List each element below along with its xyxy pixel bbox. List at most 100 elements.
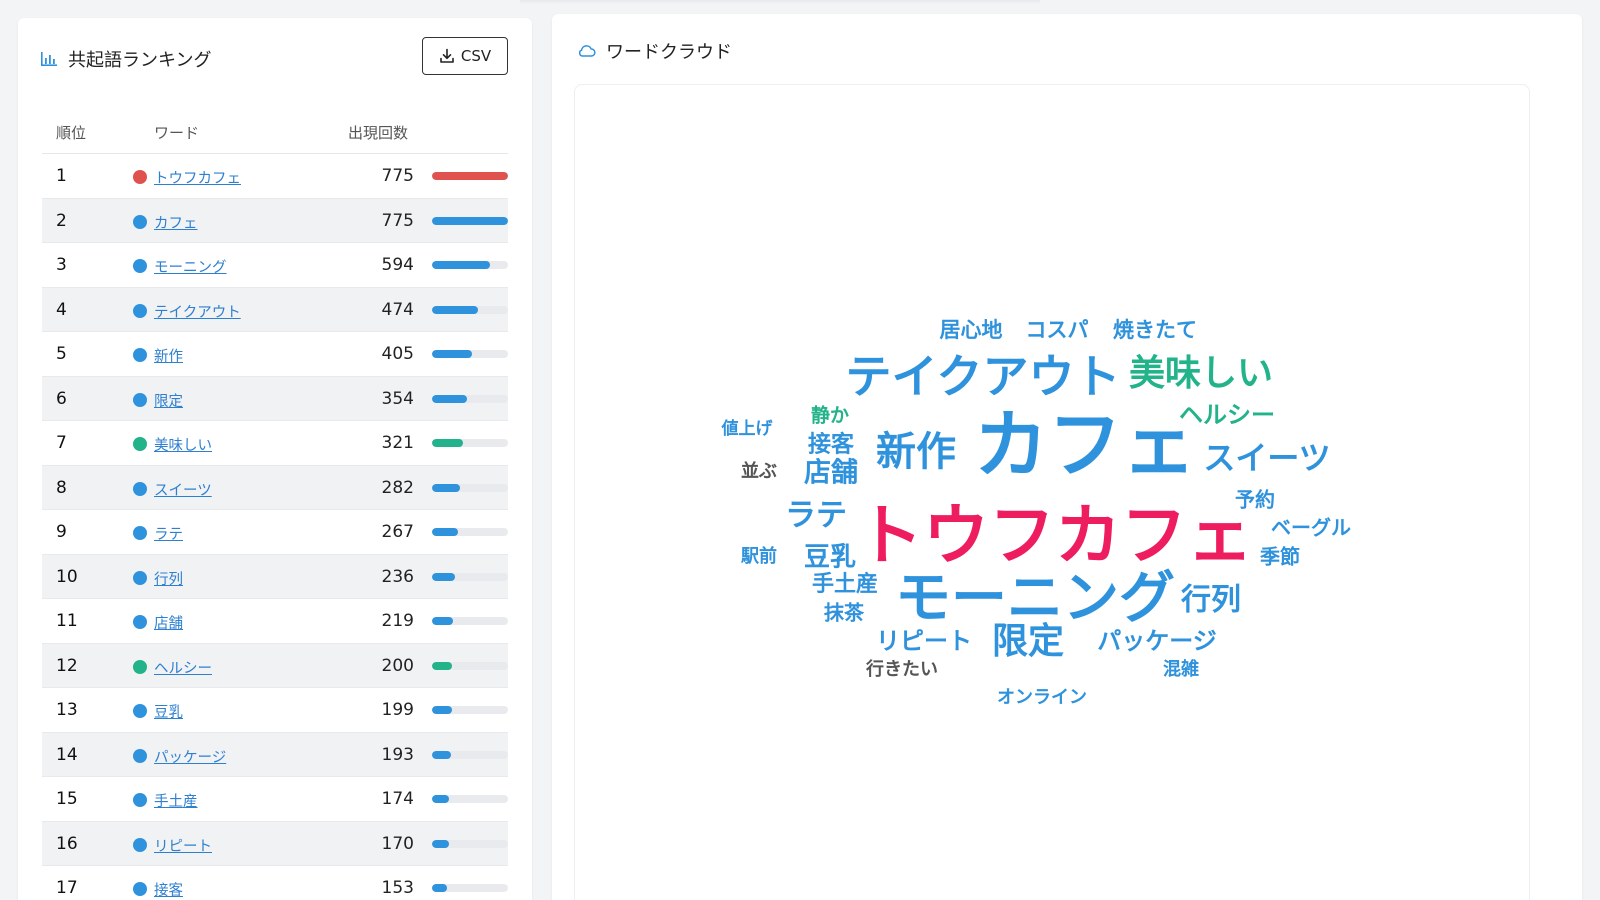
row-color-dot	[133, 170, 147, 184]
row-bar-fill	[432, 884, 447, 892]
row-rank: 4	[56, 299, 67, 320]
row-bar-track	[432, 795, 508, 803]
row-word-link[interactable]: 接客	[154, 879, 183, 900]
row-rank: 14	[56, 744, 78, 765]
row-count: 474	[381, 299, 414, 320]
top-shadow	[520, 0, 1040, 4]
row-word-link[interactable]: 行列	[154, 568, 183, 589]
ranking-row: 15 手土産 174	[42, 777, 508, 822]
ranking-row: 4 テイクアウト 474	[42, 287, 508, 332]
ranking-row: 9 ラテ 267	[42, 510, 508, 555]
row-rank: 17	[56, 878, 78, 898]
row-word-link[interactable]: 手土産	[154, 790, 198, 811]
row-rank: 9	[56, 522, 67, 542]
cloud-word: カフェ	[974, 403, 1196, 489]
row-word-link[interactable]: カフェ	[154, 212, 198, 233]
row-word-link[interactable]: ヘルシー	[154, 657, 212, 678]
ranking-row: 14 パッケージ 193	[42, 732, 508, 777]
ranking-row: 1 トウフカフェ 775	[42, 154, 508, 199]
row-color-dot	[133, 748, 147, 763]
row-word-link[interactable]: 限定	[154, 390, 183, 411]
row-bar-fill	[432, 483, 460, 492]
cloud-word: 並ぶ	[741, 460, 777, 482]
row-count: 199	[381, 700, 414, 720]
row-count: 775	[381, 210, 414, 231]
row-rank: 16	[56, 833, 78, 854]
cloud-word: 混雑	[1163, 658, 1199, 680]
header-word: ワード	[154, 124, 200, 142]
cloud-word: 店舗	[804, 458, 858, 489]
wordcloud-header: ワードクラウド	[578, 38, 732, 64]
row-word-link[interactable]: モーニング	[154, 256, 227, 277]
row-word-link[interactable]: パッケージ	[154, 746, 226, 767]
row-word-link[interactable]: 豆乳	[154, 701, 183, 722]
row-color-dot	[133, 704, 147, 718]
row-bar-track	[432, 572, 508, 581]
row-rank: 1	[56, 166, 67, 186]
cloud-word: ベーグル	[1271, 516, 1351, 540]
row-bar-fill	[432, 839, 449, 848]
row-word-link[interactable]: トウフカフェ	[154, 167, 241, 188]
row-bar-fill	[432, 172, 508, 180]
row-word-link[interactable]: スイーツ	[154, 479, 212, 500]
row-color-dot	[133, 659, 147, 674]
row-bar-track	[432, 394, 508, 403]
wordcloud-svg: 居心地 コスパ 焼きたてテイクアウト 美味しい静か値上げ カフェヘルシー接客 新作 スイーツ…	[721, 318, 1352, 708]
cloud-word: 焼きたて	[1113, 318, 1197, 342]
row-bar-track	[432, 839, 508, 848]
row-color-dot	[133, 392, 147, 407]
row-color-dot	[133, 437, 147, 451]
row-rank: 12	[56, 655, 78, 676]
row-color-dot	[133, 348, 147, 362]
row-bar-track	[432, 350, 508, 358]
cloud-word: オンライン	[997, 687, 1087, 708]
row-count: 594	[381, 255, 414, 275]
row-word-link[interactable]: テイクアウト	[154, 301, 241, 322]
ranking-header: 共起語ランキング	[40, 44, 211, 74]
ranking-title: 共起語ランキング	[68, 50, 212, 71]
csv-download-button[interactable]: CSV	[422, 37, 508, 75]
ranking-row: 16 リピート 170	[42, 821, 508, 866]
row-count: 775	[381, 166, 414, 186]
row-rank: 6	[56, 388, 67, 409]
row-word-link[interactable]: 美味しい	[154, 434, 212, 455]
row-word-link[interactable]: 店舗	[154, 612, 183, 633]
ranking-row: 11 店舗 219	[42, 599, 508, 644]
row-bar-fill	[432, 750, 451, 759]
row-word-link[interactable]: リピート	[154, 835, 212, 856]
row-count: 153	[381, 878, 414, 898]
row-bar-fill	[432, 305, 479, 314]
row-word-link[interactable]: ラテ	[154, 523, 183, 544]
row-color-dot	[133, 793, 147, 807]
row-bar-track	[432, 439, 508, 447]
cloud-word: ラテ	[785, 498, 847, 534]
cloud-word: 静か	[811, 404, 849, 427]
row-color-dot	[133, 570, 147, 585]
row-count: 193	[381, 744, 414, 765]
row-bar-fill	[432, 216, 508, 225]
cloud-word: 限定	[992, 621, 1064, 662]
row-count: 354	[381, 388, 414, 409]
row-color-dot	[133, 882, 147, 896]
cloud-word: スイーツ	[1203, 439, 1330, 477]
cloud-word: テイクアウト	[845, 350, 1120, 404]
cloud-word: 居心地	[940, 318, 1003, 342]
row-count: 200	[381, 655, 414, 676]
row-count: 174	[381, 789, 414, 809]
row-rank: 10	[56, 566, 78, 587]
row-bar-track	[432, 706, 508, 714]
row-color-dot	[133, 615, 147, 629]
row-rank: 15	[56, 789, 78, 809]
row-count: 236	[381, 566, 414, 587]
row-bar-track	[432, 528, 508, 536]
cloud-word: 手土産	[812, 571, 878, 597]
ranking-row: 2 カフェ 775	[42, 198, 508, 243]
cloud-word: コスパ	[1026, 318, 1089, 342]
row-bar-fill	[432, 350, 472, 358]
row-rank: 7	[56, 433, 67, 453]
row-bar-track	[432, 216, 508, 225]
cloud-word: 抹茶	[824, 601, 865, 625]
row-count: 170	[381, 833, 414, 854]
row-bar-track	[432, 172, 508, 180]
row-word-link[interactable]: 新作	[154, 345, 183, 366]
